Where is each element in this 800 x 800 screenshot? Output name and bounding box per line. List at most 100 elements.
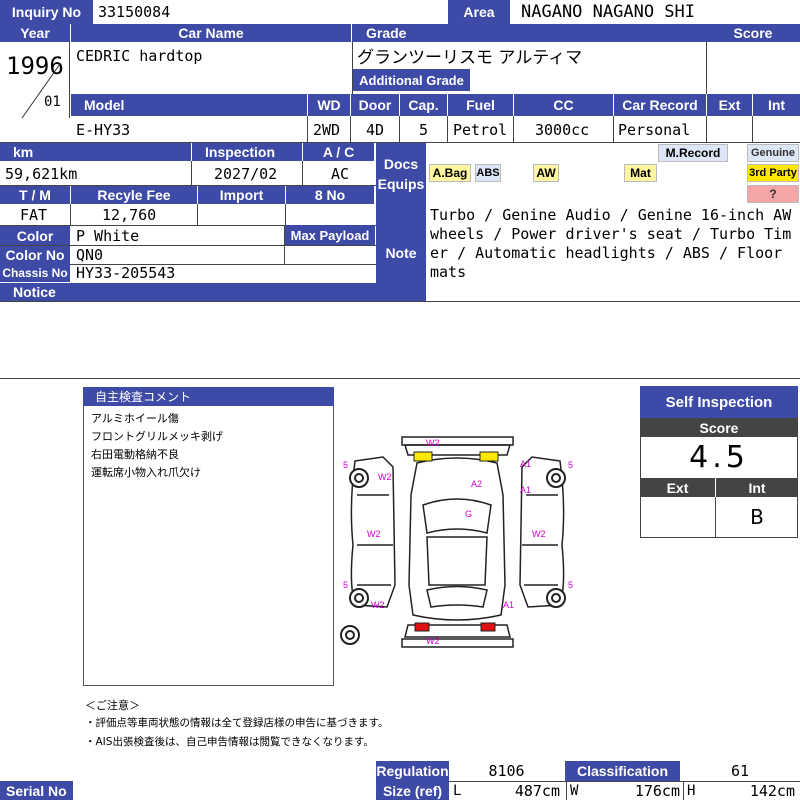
inquiry-no-value: 33150084 xyxy=(98,3,171,21)
score-label: Score xyxy=(706,24,800,42)
wd-value: 2WD xyxy=(313,121,341,139)
headlight-right xyxy=(479,451,499,462)
note-label: Note xyxy=(376,205,426,301)
inspection-label: Inspection xyxy=(192,143,302,161)
cell-divider xyxy=(683,781,684,800)
cell-divider xyxy=(447,116,448,142)
model-value: E-HY33 xyxy=(76,121,131,139)
damage-mark: 5 xyxy=(343,580,348,590)
cell-divider xyxy=(302,161,303,185)
comments-box: アルミホイール傷 フロントグリルメッキ剥げ 右田電動格納不良 運転席小物入れ爪欠… xyxy=(83,406,334,686)
cell-divider xyxy=(307,116,308,142)
abag-badge: A.Bag xyxy=(429,164,471,182)
damage-mark: W2 xyxy=(371,600,385,610)
comment-item: 運転席小物入れ爪欠け xyxy=(91,466,201,479)
aw-badge: AW xyxy=(533,164,559,182)
comments-title: 自主検査コメント xyxy=(83,387,334,406)
chassis-no-value: HY33-205543 xyxy=(76,263,176,282)
comment-item: 右田電動格納不良 xyxy=(91,448,179,461)
damage-mark: W2 xyxy=(378,472,392,482)
cell-divider xyxy=(399,116,400,142)
self-inspection-int-value: B xyxy=(750,505,764,529)
color-value: P White xyxy=(76,226,140,245)
month-value: 01 xyxy=(44,94,61,110)
chassis-no-label: Chassis No xyxy=(0,264,70,282)
recycle-fee-label: Recyle Fee xyxy=(71,186,197,204)
self-inspection-score-label: Score xyxy=(640,418,798,437)
wd-label: WD xyxy=(308,94,350,116)
classification-label: Classification xyxy=(565,761,680,781)
row-divider xyxy=(0,301,800,302)
genuine-badge: Genuine xyxy=(747,144,799,162)
grade-value: グランツーリスモ アルティマ xyxy=(357,47,583,68)
self-inspection-title: Self Inspection xyxy=(640,386,798,418)
year-cell: 1996 01 xyxy=(0,42,70,118)
car-record-value: Personal xyxy=(618,121,691,139)
caution-line-2: ・AIS出張検査後は、自己申告情報は閲覧できなくなります。 xyxy=(85,736,374,748)
cell-divider xyxy=(706,116,707,142)
cap-label: Cap. xyxy=(400,94,447,116)
size-ref-label: Size (ref) xyxy=(376,781,449,800)
car-damage-diagram: W2 A2 A1 A1 G W2 W2 W2 W2 A1 W2 5 5 5 5 xyxy=(340,436,573,648)
tm-value: FAT xyxy=(20,206,48,224)
size-w-label: W xyxy=(570,782,579,799)
size-width-value: 176cm xyxy=(634,781,680,800)
additional-grade-label: Additional Grade xyxy=(353,69,470,91)
third-party-badge: 3rd Party xyxy=(747,164,799,182)
color-no-value: QN0 xyxy=(76,245,104,264)
row-divider xyxy=(0,378,800,379)
self-inspection-score-value: 4.5 xyxy=(689,439,749,475)
cc-value: 3000cc xyxy=(535,121,590,139)
self-inspection-int-label: Int xyxy=(716,478,798,497)
car-name-label: Car Name xyxy=(71,24,351,42)
unknown-badge: ? xyxy=(747,185,799,203)
cell-divider xyxy=(350,116,351,142)
int-label: Int xyxy=(753,94,800,116)
eight-no-label: 8 No xyxy=(286,186,374,204)
km-label: km xyxy=(0,143,191,161)
headlight-left xyxy=(413,451,433,462)
docs-label: Docs xyxy=(383,156,419,172)
ac-value: AC xyxy=(331,165,350,183)
damage-mark: A2 xyxy=(471,479,482,489)
ext-label: Ext xyxy=(707,94,752,116)
ac-label: A / C xyxy=(303,143,374,161)
inspection-value: 2027/02 xyxy=(214,165,278,183)
damage-mark: A1 xyxy=(503,600,514,610)
caution-title: ＜ご注意＞ xyxy=(85,699,140,712)
import-label: Import xyxy=(198,186,285,204)
note-value: Turbo / Genine Audio / Genine 16-inch AW… xyxy=(430,206,792,281)
inquiry-no-label: Inquiry No xyxy=(0,0,93,24)
color-label: Color xyxy=(0,226,70,245)
size-h-label: H xyxy=(687,782,696,799)
fuel-value: Petrol xyxy=(453,121,508,139)
regulation-label: Regulation xyxy=(376,761,449,781)
abs-badge: ABS xyxy=(475,164,501,182)
damage-mark: W2 xyxy=(532,529,546,539)
cell-divider xyxy=(613,116,614,142)
cell-divider xyxy=(513,116,514,142)
mrecord-badge: M.Record xyxy=(658,144,728,162)
notice-label: Notice xyxy=(0,283,376,301)
area-label: Area xyxy=(448,0,510,24)
score-divider xyxy=(706,42,707,94)
equips-label: Equips xyxy=(377,176,425,192)
recycle-fee-value: 12,760 xyxy=(102,206,157,224)
classification-value: 61 xyxy=(730,762,750,780)
caution-line-1: ・評価点等車両状態の情報は全て登録店様の申告に基づきます。 xyxy=(85,717,389,729)
comment-item: フロントグリルメッキ剥げ xyxy=(91,430,223,443)
cell-divider xyxy=(285,204,286,225)
grade-label: Grade xyxy=(352,24,706,42)
mat-badge: Mat xyxy=(624,164,657,182)
car-name-value: CEDRIC hardtop xyxy=(76,47,203,65)
cell-divider xyxy=(70,204,71,225)
size-length-value: 487cm xyxy=(514,781,560,800)
max-payload-label: Max Payload xyxy=(285,225,375,245)
comment-item: アルミホイール傷 xyxy=(91,412,179,425)
damage-mark: 5 xyxy=(568,580,573,590)
cell-divider xyxy=(752,116,753,142)
damage-mark: W2 xyxy=(426,636,440,646)
damage-mark: A1 xyxy=(520,459,531,469)
damage-mark: G xyxy=(465,509,472,519)
cap-value: 5 xyxy=(419,121,429,139)
